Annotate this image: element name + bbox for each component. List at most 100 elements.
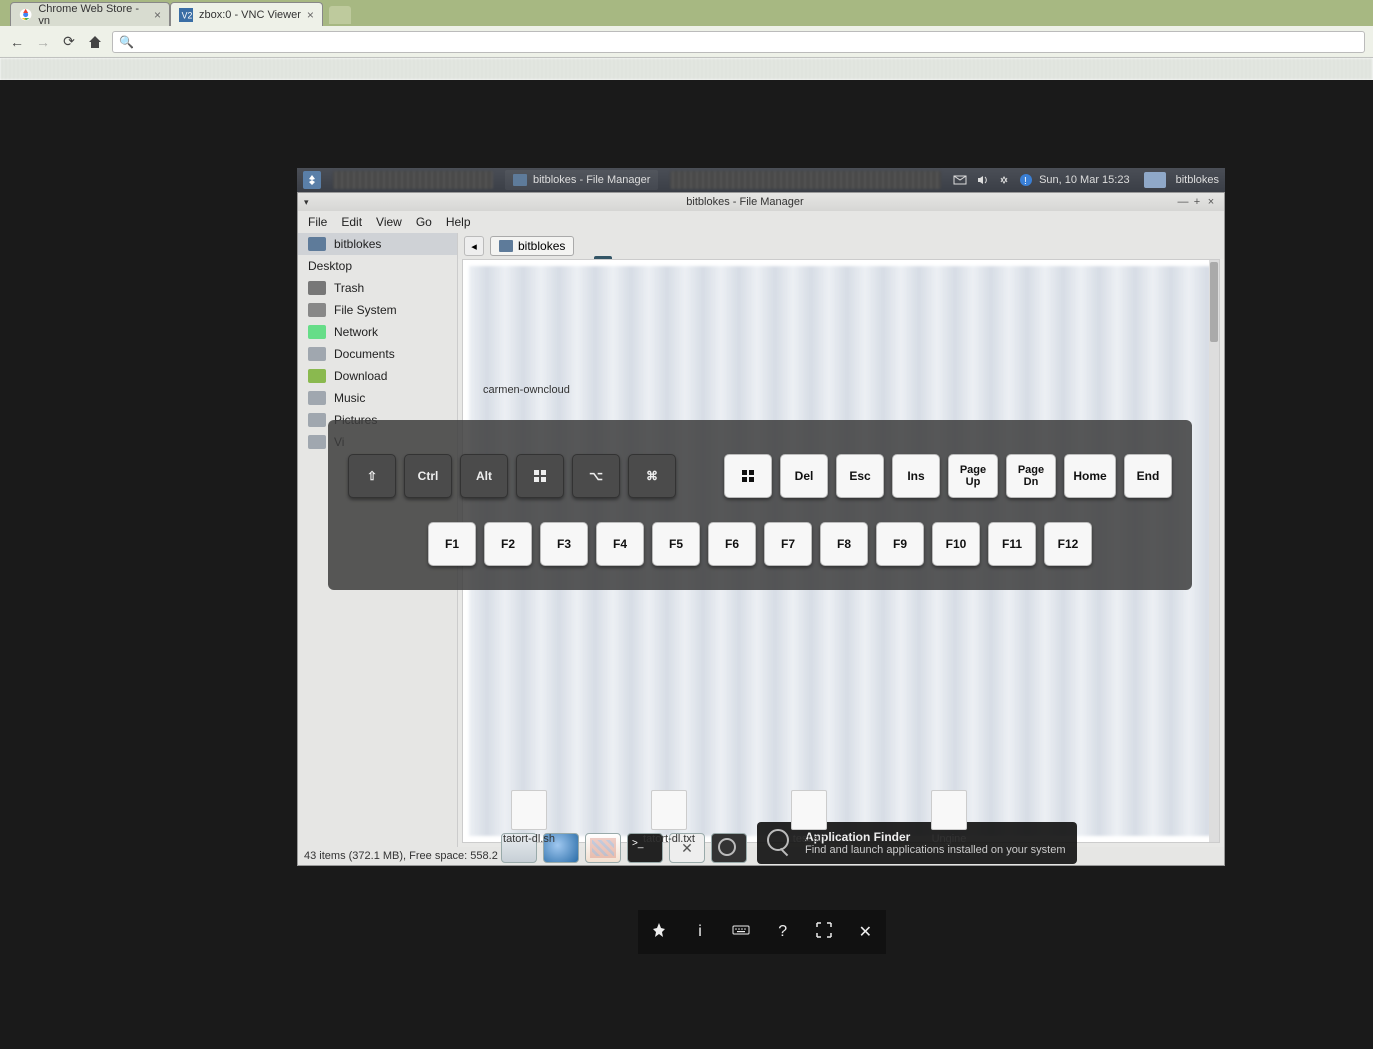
file-item-label[interactable]: carmen-owncloud	[483, 384, 570, 396]
vnc-virtual-keyboard: ⇧ Ctrl Alt ⌥ ⌘ Del Esc Ins PageUp PageDn…	[328, 420, 1192, 590]
key-f10[interactable]: F10	[932, 522, 980, 566]
key-ins[interactable]: Ins	[892, 454, 940, 498]
key-ctrl[interactable]: Ctrl	[404, 454, 452, 498]
vertical-scrollbar[interactable]	[1209, 260, 1219, 842]
maximize-button[interactable]: +	[1190, 196, 1204, 208]
vnc-keyboard-button[interactable]	[729, 921, 753, 944]
minimize-button[interactable]: —	[1176, 196, 1190, 208]
breadcrumb[interactable]: bitblokes	[490, 236, 574, 256]
file-row: tatort-dl.sh tatort-dl.txt test.sh Ungin…	[494, 790, 984, 845]
vnc-pin-button[interactable]	[647, 921, 671, 944]
sidebar-item-trash[interactable]: Trash	[298, 277, 457, 299]
search-icon: 🔍	[119, 35, 134, 49]
browser-tab[interactable]: V2 zbox:0 - VNC Viewer ×	[170, 2, 323, 26]
svg-text:V2: V2	[182, 10, 193, 20]
key-alt[interactable]: Alt	[460, 454, 508, 498]
key-f6[interactable]: F6	[708, 522, 756, 566]
whisker-menu-button[interactable]	[303, 171, 321, 189]
close-icon[interactable]: ×	[154, 8, 161, 22]
vnc-icon: V2	[179, 8, 193, 22]
menu-go[interactable]: Go	[416, 215, 432, 229]
close-button[interactable]: ×	[1204, 196, 1218, 208]
folder-icon	[308, 391, 326, 405]
taskbar-item-label: bitblokes - File Manager	[533, 174, 650, 186]
close-icon[interactable]: ×	[307, 8, 314, 22]
file-item[interactable]: tatort-dl.txt	[634, 790, 704, 845]
home-button[interactable]	[86, 33, 104, 51]
vnc-help-button[interactable]: ?	[771, 923, 795, 941]
volume-icon[interactable]	[975, 173, 989, 187]
key-f3[interactable]: F3	[540, 522, 588, 566]
mail-icon[interactable]	[953, 173, 967, 187]
panel-clock[interactable]: Sun, 10 Mar 15:23	[1039, 174, 1130, 186]
key-esc[interactable]: Esc	[836, 454, 884, 498]
path-back-button[interactable]: ◂	[464, 236, 484, 256]
key-page-up[interactable]: PageUp	[948, 454, 998, 498]
vnc-close-button[interactable]: ✕	[853, 922, 877, 942]
back-button[interactable]: ←	[8, 33, 26, 51]
sidebar-item-label: Documents	[334, 347, 395, 361]
key-f2[interactable]: F2	[484, 522, 532, 566]
key-f7[interactable]: F7	[764, 522, 812, 566]
quick-launch-blur	[333, 171, 493, 189]
window-titlebar[interactable]: ▾ bitblokes - File Manager — + ×	[298, 193, 1224, 211]
taskbar-item[interactable]: bitblokes - File Manager	[505, 170, 658, 190]
chrome-store-icon	[19, 8, 32, 22]
key-super[interactable]	[516, 454, 564, 498]
sidebar-item-filesystem[interactable]: File System	[298, 299, 457, 321]
sidebar-item-network[interactable]: Network	[298, 321, 457, 343]
file-item[interactable]: test.sh	[774, 790, 844, 845]
file-item[interactable]: tatort-dl.sh	[494, 790, 564, 845]
key-cmd[interactable]: ⌘	[628, 454, 676, 498]
key-del[interactable]: Del	[780, 454, 828, 498]
key-f8[interactable]: F8	[820, 522, 868, 566]
menu-edit[interactable]: Edit	[341, 215, 362, 229]
vnc-info-button[interactable]: i	[688, 923, 712, 941]
file-manager-menubar: File Edit View Go Help	[298, 211, 1224, 233]
address-bar[interactable]: 🔍	[112, 31, 1365, 53]
trash-icon	[308, 281, 326, 295]
sidebar-item-home[interactable]: bitblokes	[298, 233, 457, 255]
vnc-fullscreen-button[interactable]	[812, 921, 836, 944]
window-title: bitblokes - File Manager	[314, 196, 1176, 208]
weather-icon[interactable]	[1144, 172, 1166, 188]
key-option[interactable]: ⌥	[572, 454, 620, 498]
menu-view[interactable]: View	[376, 215, 402, 229]
browser-tab-label: Chrome Web Store - vn	[38, 3, 148, 27]
key-end[interactable]: End	[1124, 454, 1172, 498]
key-f12[interactable]: F12	[1044, 522, 1092, 566]
scrollbar-thumb[interactable]	[1210, 262, 1218, 342]
notification-icon[interactable]: !	[1019, 173, 1033, 187]
vnc-control-toolbar: i ? ✕	[638, 910, 886, 954]
sidebar-item-desktop[interactable]: Desktop	[298, 255, 457, 277]
key-win[interactable]	[724, 454, 772, 498]
sidebar-item-music[interactable]: Music	[298, 387, 457, 409]
sidebar-item-documents[interactable]: Documents	[298, 343, 457, 365]
key-home[interactable]: Home	[1064, 454, 1116, 498]
network-icon[interactable]	[997, 173, 1011, 187]
sidebar-item-label: Trash	[334, 281, 364, 295]
key-f9[interactable]: F9	[876, 522, 924, 566]
sidebar-item-download[interactable]: Download	[298, 365, 457, 387]
menu-help[interactable]: Help	[446, 215, 471, 229]
key-f4[interactable]: F4	[596, 522, 644, 566]
user-label[interactable]: bitblokes	[1176, 174, 1219, 186]
key-shift[interactable]: ⇧	[348, 454, 396, 498]
sidebar-item-label: bitblokes	[334, 237, 381, 251]
text-icon	[651, 790, 687, 830]
download-icon	[308, 369, 326, 383]
file-item[interactable]: Ungine	[914, 790, 984, 845]
sidebar-item-label: Network	[334, 325, 378, 339]
breadcrumb-label: bitblokes	[518, 239, 565, 253]
sidebar-item-label: Desktop	[308, 259, 352, 273]
key-f11[interactable]: F11	[988, 522, 1036, 566]
key-page-dn[interactable]: PageDn	[1006, 454, 1056, 498]
forward-button[interactable]: →	[34, 33, 52, 51]
reload-button[interactable]: ⟳	[60, 33, 78, 51]
menu-file[interactable]: File	[308, 215, 327, 229]
browser-tab[interactable]: Chrome Web Store - vn ×	[10, 2, 170, 26]
key-f1[interactable]: F1	[428, 522, 476, 566]
window-menu-icon[interactable]: ▾	[304, 197, 314, 208]
new-tab-button[interactable]	[329, 6, 351, 24]
key-f5[interactable]: F5	[652, 522, 700, 566]
